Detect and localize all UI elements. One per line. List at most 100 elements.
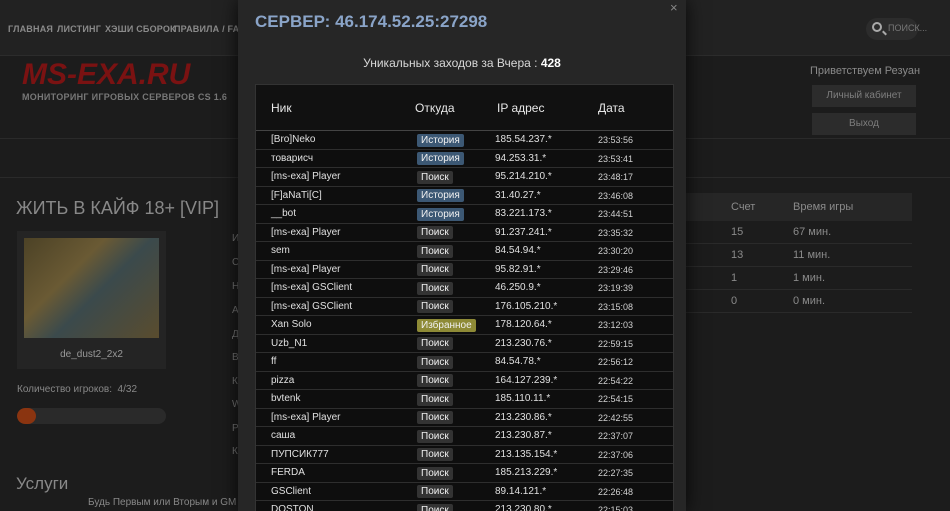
- nav-home[interactable]: ГЛАВНАЯ: [8, 24, 53, 34]
- visitor-nick[interactable]: Uzb_N1: [271, 338, 307, 349]
- visit-time: 22:56:12: [598, 357, 634, 367]
- unique-visits-value: 428: [540, 56, 561, 70]
- visitor-nick[interactable]: [F]aNaTi[C]: [271, 190, 322, 201]
- nav-rules-faq[interactable]: ПРАВИЛА / FAQ: [174, 24, 247, 34]
- players-count-value: 4/32: [117, 384, 138, 395]
- server-name: ЖИТЬ В КАЙФ 18+ [VIP]: [16, 198, 220, 218]
- logout-button[interactable]: Выход: [812, 113, 916, 135]
- visitor-ip: 185.213.229.*: [495, 467, 558, 478]
- visit-time: 23:19:39: [598, 283, 634, 293]
- table-row: ПУПСИК777 Поиск 213.135.154.* 22:37:06: [256, 445, 673, 464]
- nav-build-hashes[interactable]: ХЭШИ СБОРОК: [105, 24, 176, 34]
- user-greeting: Приветствуем Резуан: [810, 65, 921, 77]
- map-card: de_dust2_2x2: [17, 231, 166, 369]
- visitor-nick[interactable]: [ms-exa] Player: [271, 227, 340, 238]
- visitor-nick[interactable]: FERDA: [271, 467, 305, 478]
- cabinet-button[interactable]: Личный кабинет: [812, 85, 916, 107]
- visitor-nick[interactable]: [Bro]Neko: [271, 134, 315, 145]
- visit-time: 23:48:17: [598, 172, 634, 182]
- visitor-ip: 89.14.121.*: [495, 485, 547, 497]
- player-time: 1 мин.: [793, 272, 826, 284]
- table-row: [ms-exa] Player Поиск 213.230.86.* 22:42:55: [256, 408, 673, 427]
- players-progress-fill: [17, 408, 36, 424]
- site-tagline: МОНИТОРИНГ ИГРОВЫХ СЕРВЕРОВ CS 1.6: [22, 92, 228, 102]
- player-score: 1: [731, 272, 738, 284]
- table-row: [ms-exa] GSClient Поиск 46.250.9.* 23:19:39: [256, 279, 673, 298]
- players-label-text: Количество игроков:: [17, 384, 112, 395]
- table-row: FERDA Поиск 185.213.229.* 22:27:35: [256, 464, 673, 483]
- visit-time: 22:37:06: [598, 449, 634, 460]
- visitor-nick[interactable]: [ms-exa] Player: [271, 171, 340, 182]
- header-date: Дата: [598, 101, 625, 115]
- visitor-ip: 213.230.86.*: [495, 411, 552, 423]
- nav-listing[interactable]: ЛИСТИНГ: [57, 24, 101, 34]
- visitor-nick[interactable]: bvtenk: [271, 393, 300, 404]
- table-row: Uzb_N1 Поиск 213.230.76.* 22:59:15: [256, 334, 673, 353]
- visit-time: 23:30:20: [598, 246, 634, 256]
- unique-visits: Уникальных заходов за Вчера : 428: [238, 56, 686, 70]
- player-time: 0 мин.: [793, 295, 826, 307]
- visit-time: 22:54:15: [598, 394, 634, 404]
- search-placeholder: ПОИСК...: [888, 23, 928, 33]
- source-badge: Поиск: [417, 374, 453, 387]
- visitor-nick[interactable]: саша: [271, 430, 295, 441]
- visitor-nick[interactable]: pizza: [271, 375, 294, 386]
- visit-time: 23:29:46: [598, 264, 634, 275]
- table-row: GSClient Поиск 89.14.121.* 22:26:48: [256, 482, 673, 501]
- online-players-table: Счет Время игры 15 67 мин. 13 11 мин. 1 …: [676, 193, 912, 313]
- table-row: [ms-exa] Player Поиск 91.237.241.* 23:35:32: [256, 223, 673, 242]
- table-row: [ms-exa] Player Поиск 95.214.210.* 23:48:17: [256, 168, 673, 187]
- visit-time: 23:15:08: [598, 301, 634, 312]
- table-row: [ms-exa] Player Поиск 95.82.91.* 23:29:46: [256, 260, 673, 279]
- services-title: Услуги: [16, 474, 69, 493]
- visitor-ip: 185.54.237.*: [495, 134, 552, 145]
- visitor-nick[interactable]: sem: [271, 245, 290, 256]
- visit-time: 22:15:03: [598, 505, 634, 511]
- player-time: 11 мин.: [793, 249, 831, 261]
- visitor-ip: 185.110.11.*: [495, 393, 551, 404]
- visitor-nick[interactable]: DOSTON: [271, 504, 314, 511]
- source-badge: Поиск: [417, 355, 453, 369]
- source-badge: История: [417, 152, 464, 165]
- table-row: bvtenk Поиск 185.110.11.* 22:54:15: [256, 390, 673, 409]
- visitor-nick[interactable]: [ms-exa] Player: [271, 264, 340, 275]
- map-image: [24, 238, 159, 338]
- visitor-nick[interactable]: товарисч: [271, 153, 313, 164]
- visitor-nick[interactable]: ff: [271, 356, 276, 367]
- visitor-ip: 31.40.27.*: [495, 189, 541, 201]
- visitor-nick[interactable]: __bot: [271, 208, 296, 219]
- table-row: [Bro]Neko История 185.54.237.* 23:53:56: [256, 131, 673, 150]
- visit-time: 22:54:22: [598, 375, 634, 386]
- source-badge: История: [417, 133, 464, 147]
- table-row: 13 11 мин.: [676, 244, 912, 267]
- header-play-time: Время игры: [793, 201, 854, 213]
- source-badge: Поиск: [417, 170, 453, 184]
- site-logo[interactable]: MS-EXA.RU: [22, 58, 190, 92]
- visits-table-header: Ник Откуда IP адрес Дата: [256, 85, 673, 131]
- visitor-ip: 46.250.9.*: [495, 282, 541, 293]
- visit-time: 23:44:51: [598, 209, 634, 219]
- visitor-nick[interactable]: Xan Solo: [271, 319, 312, 330]
- visitor-nick[interactable]: [ms-exa] GSClient: [271, 301, 352, 312]
- header-nick: Ник: [271, 101, 292, 115]
- player-score: 0: [731, 295, 738, 307]
- visitor-nick[interactable]: [ms-exa] Player: [271, 412, 340, 423]
- visitor-ip: 95.214.210.*: [495, 171, 552, 182]
- visitor-nick[interactable]: ПУПСИК777: [271, 449, 329, 460]
- close-icon[interactable]: ×: [670, 0, 678, 15]
- player-time: 67 мин.: [793, 226, 832, 238]
- player-score: 13: [731, 249, 744, 261]
- visitor-ip: 84.54.78.*: [495, 356, 541, 367]
- visitor-ip: 213.230.87.*: [495, 430, 552, 441]
- search-input[interactable]: ПОИСК...: [866, 18, 927, 40]
- visitor-ip: 178.120.64.*: [495, 319, 552, 330]
- visitor-nick[interactable]: GSClient: [271, 486, 311, 497]
- header-score: Счет: [731, 201, 756, 213]
- visit-time: 22:27:35: [598, 468, 634, 478]
- header-source: Откуда: [415, 101, 455, 115]
- visitor-ip: 213.230.80.*: [495, 504, 552, 511]
- players-count-label: Количество игроков: 4/32: [17, 384, 137, 395]
- visitor-nick[interactable]: [ms-exa] GSClient: [271, 282, 352, 293]
- visitor-ip: 164.127.239.*: [495, 374, 558, 386]
- visit-time: 23:53:56: [598, 135, 634, 145]
